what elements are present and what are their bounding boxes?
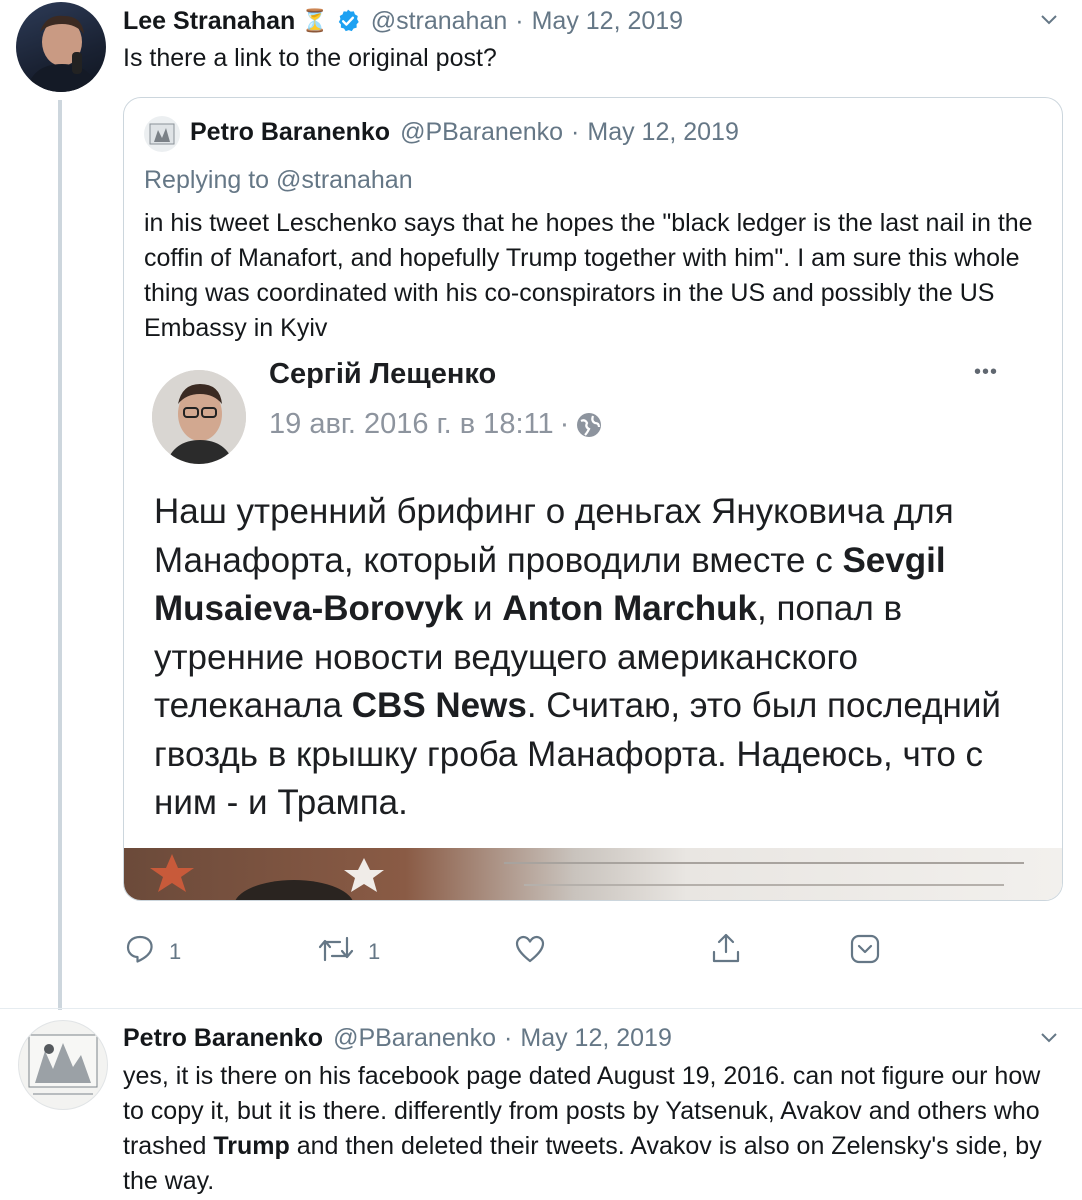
chevron-down-icon[interactable]: [1040, 10, 1058, 33]
quoted-tweet-card[interactable]: Petro Baranenko @PBaranenko · May 12, 20…: [123, 97, 1063, 901]
quoted-text: in his tweet Leschenko says that he hope…: [144, 209, 1033, 342]
facebook-author-name: Сергій Лещенко: [269, 360, 497, 388]
facebook-author-avatar: [152, 370, 246, 464]
globe-icon: [575, 411, 603, 439]
tweet1-header: Lee Stranahan ⏳ @stranahan · May 12, 201…: [123, 4, 1023, 38]
quoted-author-handle[interactable]: @PBaranenko: [400, 118, 563, 147]
author-name[interactable]: Petro Baranenko: [123, 1024, 323, 1053]
reply-icon: [125, 934, 155, 970]
facebook-post-time: 19 авг. 2016 г. в 18:11 ·: [269, 408, 603, 441]
tweet-date[interactable]: May 12, 2019: [532, 7, 684, 36]
facebook-post-image: [124, 848, 1062, 900]
facebook-text-part: Наш утренний брифинг о деньгах Януковича…: [154, 492, 954, 580]
tweet1-text: Is there a link to the original post?: [123, 44, 497, 72]
quoted-header: Petro Baranenko @PBaranenko · May 12, 20…: [190, 118, 739, 147]
avatar-lee-stranahan[interactable]: [16, 2, 106, 92]
facebook-tag-anton: Anton Marchuk: [502, 589, 758, 628]
retweet-count: 1: [368, 939, 381, 964]
avatar-petro-baranenko-small[interactable]: [144, 116, 180, 152]
facebook-timestamp: 19 авг. 2016 г. в 18:11: [269, 408, 554, 440]
separator-dot: ·: [515, 6, 524, 35]
tweet2-text: yes, it is there on his facebook page da…: [123, 1059, 1068, 1199]
retweet-icon: [318, 934, 354, 970]
tweet-date[interactable]: May 12, 2019: [520, 1024, 672, 1053]
separator-dot: ·: [571, 118, 580, 146]
share-button[interactable]: [710, 933, 742, 969]
verified-badge-icon: [335, 8, 361, 34]
bookmark-button[interactable]: [849, 933, 881, 971]
author-name[interactable]: Lee Stranahan: [123, 7, 295, 36]
thread-line: [58, 100, 62, 1010]
like-button[interactable]: [514, 934, 546, 970]
reply-button[interactable]: 1: [125, 934, 181, 970]
facebook-post-text: Наш утренний брифинг о деньгах Януковича…: [154, 488, 1034, 828]
reply-count: 1: [169, 939, 182, 964]
replying-to: Replying to @stranahan: [144, 166, 413, 195]
share-icon: [710, 932, 742, 970]
separator-dot: ·: [559, 408, 570, 440]
facebook-more-icon: •••: [974, 361, 999, 383]
chevron-down-icon[interactable]: [1040, 1028, 1058, 1051]
avatar-petro-baranenko[interactable]: [18, 1020, 108, 1110]
heart-icon: [514, 934, 546, 970]
replying-to-handle[interactable]: @stranahan: [276, 166, 413, 194]
facebook-post-screenshot[interactable]: Сергій Лещенко ••• 19 авг. 2016 г. в 18:…: [124, 360, 1062, 900]
separator-dot: ·: [504, 1023, 513, 1052]
facebook-tag-cbs: CBS News: [351, 686, 527, 725]
retweet-button[interactable]: 1: [318, 934, 380, 970]
dropdown-box-icon: [849, 933, 881, 971]
tweet2-bold-trump: Trump: [213, 1132, 290, 1160]
author-handle[interactable]: @stranahan: [371, 7, 508, 36]
tweet-divider: [0, 1008, 1082, 1009]
tweet2-header: Petro Baranenko @PBaranenko · May 12, 20…: [123, 1021, 1023, 1055]
hourglass-icon: ⏳: [301, 8, 329, 33]
quoted-author-name[interactable]: Petro Baranenko: [190, 118, 390, 147]
author-handle[interactable]: @PBaranenko: [333, 1024, 496, 1053]
replying-prefix: Replying to: [144, 166, 270, 194]
facebook-text-part: и: [463, 589, 503, 628]
quoted-date[interactable]: May 12, 2019: [587, 118, 739, 147]
